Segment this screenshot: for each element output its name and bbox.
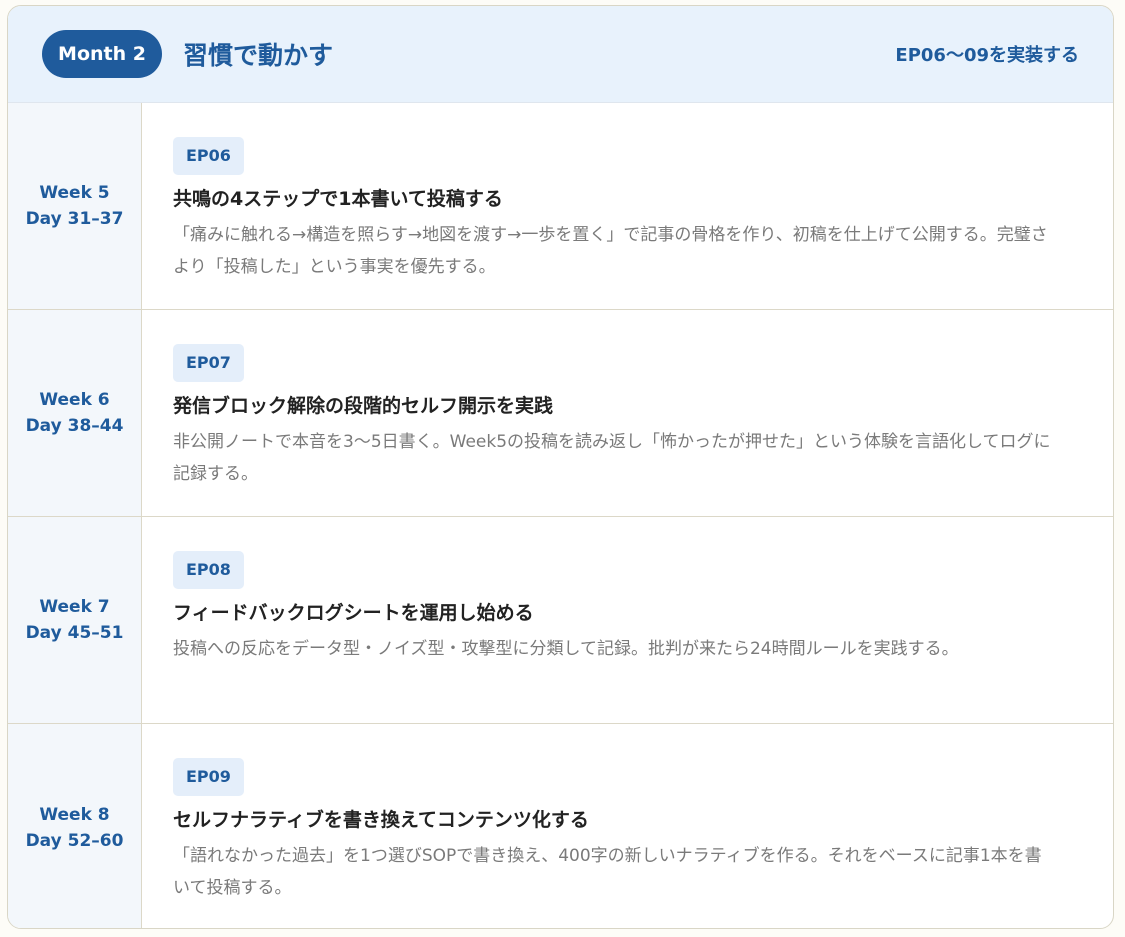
week-number: Week 8	[39, 805, 110, 825]
task-title: セルフナラティブを書き換えてコンテンツ化する	[173, 809, 589, 831]
day-range: Day 52–60	[25, 831, 124, 851]
task-description: 「痛みに触れる→構造を照らす→地図を渡す→一歩を置く」で記事の骨格を作り、初稿を…	[173, 225, 1048, 277]
day-range: Day 31–37	[25, 209, 124, 229]
episode-badge: EP08	[173, 551, 244, 589]
month-title: 習慣で動かす	[183, 41, 334, 70]
week-content: EP06 共鳴の4ステップで1本書いて投稿する 「痛みに触れる→構造を照らす→地…	[142, 103, 1113, 309]
week-row: Week 8 Day 52–60 EP09 セルフナラティブを書き換えてコンテン…	[8, 724, 1113, 928]
week-label: Week 5 Day 31–37	[8, 103, 142, 309]
week-label: Week 8 Day 52–60	[8, 724, 142, 928]
day-range: Day 45–51	[25, 623, 124, 643]
task-title: フィードバックログシートを運用し始める	[173, 602, 534, 624]
week-number: Week 6	[39, 390, 110, 410]
week-content: EP07 発信ブロック解除の段階的セルフ開示を実践 非公開ノートで本音を3〜5日…	[142, 310, 1113, 516]
task-title: 発信ブロック解除の段階的セルフ開示を実践	[173, 395, 554, 417]
day-range: Day 38–44	[25, 416, 124, 436]
week-label: Week 7 Day 45–51	[8, 517, 142, 723]
week-row: Week 6 Day 38–44 EP07 発信ブロック解除の段階的セルフ開示を…	[8, 310, 1113, 517]
week-number: Week 5	[39, 183, 110, 203]
week-content: EP09 セルフナラティブを書き換えてコンテンツ化する 「語れなかった過去」を1…	[142, 724, 1113, 928]
week-label: Week 6 Day 38–44	[8, 310, 142, 516]
task-description: 投稿への反応をデータ型・ノイズ型・攻撃型に分類して記録。批判が来たら24時間ルー…	[173, 639, 959, 659]
month-badge: Month 2	[42, 30, 162, 78]
week-row: Week 7 Day 45–51 EP08 フィードバックログシートを運用し始め…	[8, 517, 1113, 724]
episode-badge: EP09	[173, 758, 244, 796]
month-header: Month 2 習慣で動かす EP06〜09を実装する	[8, 6, 1113, 103]
task-description: 「語れなかった過去」を1つ選びSOPで書き換え、400字の新しいナラティブを作る…	[173, 846, 1042, 898]
task-description: 非公開ノートで本音を3〜5日書く。Week5の投稿を読み返し「怖かったが押せた」…	[173, 432, 1051, 484]
week-row: Week 5 Day 31–37 EP06 共鳴の4ステップで1本書いて投稿する…	[8, 103, 1113, 310]
task-title: 共鳴の4ステップで1本書いて投稿する	[173, 188, 503, 210]
week-number: Week 7	[39, 597, 110, 617]
month-subtitle: EP06〜09を実装する	[895, 45, 1079, 66]
week-content: EP08 フィードバックログシートを運用し始める 投稿への反応をデータ型・ノイズ…	[142, 517, 1113, 723]
month-card: Month 2 習慣で動かす EP06〜09を実装する Week 5 Day 3…	[7, 5, 1114, 929]
episode-badge: EP07	[173, 344, 244, 382]
episode-badge: EP06	[173, 137, 244, 175]
